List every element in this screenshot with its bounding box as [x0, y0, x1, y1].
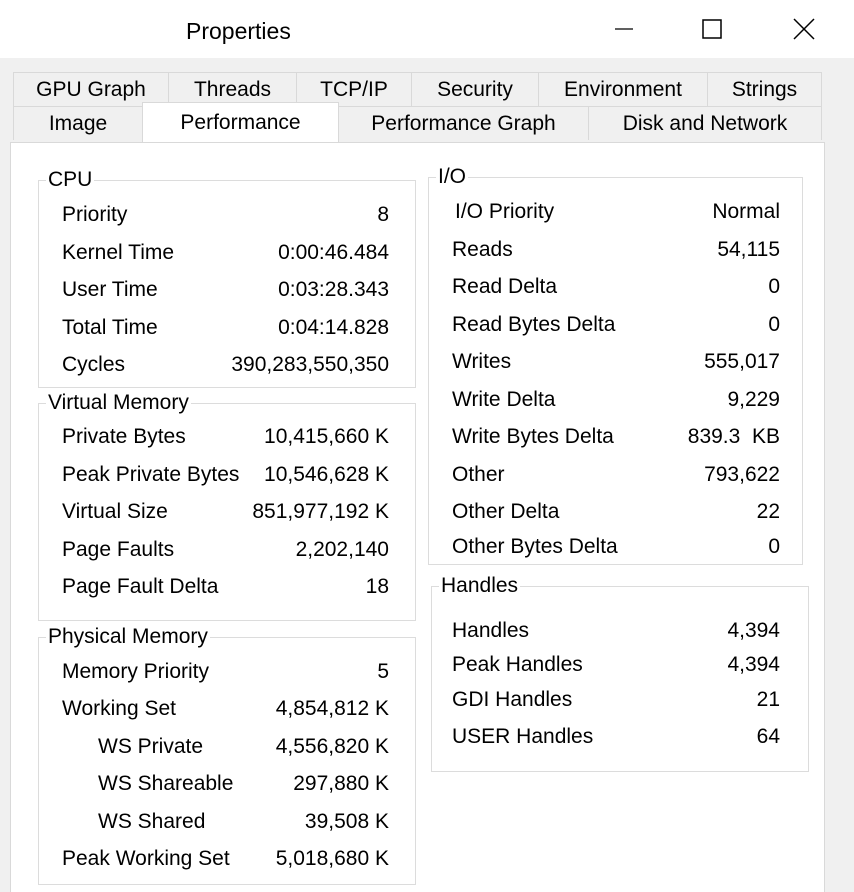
tab-security[interactable]: Security	[411, 72, 539, 106]
cpu-row-cycles: Cycles 390,283,550,350	[62, 353, 389, 376]
io-row-write-delta: Write Delta 9,229	[452, 388, 780, 411]
handles-group: Handles Handles 4,394 Peak Handles 4,394 G…	[431, 574, 809, 772]
handles-row-handles: Handles 4,394	[452, 619, 780, 642]
virtual-memory-group-title: Virtual Memory	[46, 391, 191, 415]
minimize-icon	[615, 28, 633, 30]
io-group-title: I/O	[436, 165, 469, 189]
pm-row-memory-priority: Memory Priority 5	[62, 660, 389, 683]
vm-row-page-fault-delta: Page Fault Delta 18	[62, 575, 389, 598]
pm-row-ws-private: WS Private 4,556,820 K	[98, 735, 389, 758]
title-bar: Properties	[0, 0, 854, 58]
cpu-group: CPU Priority 8 Kernel Time 0:00:46.484 Use…	[38, 168, 416, 388]
pm-row-ws-shared: WS Shared 39,508 K	[98, 810, 389, 833]
io-row-writes: Writes 555,017	[452, 350, 780, 373]
handles-group-title: Handles	[439, 574, 521, 598]
pm-row-ws-shareable: WS Shareable 297,880 K	[98, 772, 389, 795]
vm-row-page-faults: Page Faults 2,202,140	[62, 538, 389, 561]
close-button[interactable]	[758, 0, 850, 58]
io-row-io-priority: I/O Priority Normal	[455, 200, 780, 223]
tab-performance-graph[interactable]: Performance Graph	[338, 106, 589, 140]
vm-row-virtual-size: Virtual Size 851,977,192 K	[62, 500, 389, 523]
handles-row-peak-handles: Peak Handles 4,394	[452, 653, 780, 676]
physical-memory-group: Physical Memory Memory Priority 5 Working…	[38, 625, 416, 885]
tab-performance[interactable]: Performance	[142, 102, 339, 142]
cpu-row-user-time: User Time 0:03:28.343	[62, 278, 389, 301]
cpu-row-priority: Priority 8	[62, 203, 389, 226]
handles-row-gdi-handles: GDI Handles 21	[452, 688, 780, 711]
tab-strings[interactable]: Strings	[707, 72, 822, 106]
physical-memory-group-title: Physical Memory	[46, 625, 210, 649]
vm-row-private-bytes: Private Bytes 10,415,660 K	[62, 425, 389, 448]
virtual-memory-group: Virtual Memory Private Bytes 10,415,660 K…	[38, 391, 416, 621]
maximize-button[interactable]	[666, 0, 758, 58]
pm-row-peak-working-set: Peak Working Set 5,018,680 K	[62, 847, 389, 870]
io-row-read-delta: Read Delta 0	[452, 275, 780, 298]
cpu-row-total-time: Total Time 0:04:14.828	[62, 316, 389, 339]
tab-environment[interactable]: Environment	[538, 72, 708, 106]
tab-tcp-ip[interactable]: TCP/IP	[296, 72, 412, 106]
tab-image[interactable]: Image	[13, 106, 143, 140]
tab-disk-and-network[interactable]: Disk and Network	[588, 106, 822, 140]
tab-threads[interactable]: Threads	[168, 72, 297, 106]
minimize-button[interactable]	[578, 0, 670, 58]
pm-row-working-set: Working Set 4,854,812 K	[62, 697, 389, 720]
vm-row-peak-private-bytes: Peak Private Bytes 10,546,628 K	[62, 463, 389, 486]
io-group: I/O I/O Priority Normal Reads 54,115 Read …	[428, 165, 803, 565]
io-row-reads: Reads 54,115	[452, 238, 780, 261]
cpu-group-title: CPU	[46, 168, 95, 192]
maximize-icon	[702, 19, 722, 39]
io-row-write-bytes-delta: Write Bytes Delta 839.3 KB	[452, 425, 780, 448]
close-icon	[793, 18, 815, 40]
io-row-other: Other 793,622	[452, 463, 780, 486]
handles-row-user-handles: USER Handles 64	[452, 725, 780, 748]
io-row-other-bytes-delta: Other Bytes Delta 0	[452, 535, 780, 558]
cpu-row-kernel-time: Kernel Time 0:00:46.484	[62, 241, 389, 264]
io-row-other-delta: Other Delta 22	[452, 500, 780, 523]
tab-gpu-graph[interactable]: GPU Graph	[13, 72, 169, 106]
io-row-read-bytes-delta: Read Bytes Delta 0	[452, 313, 780, 336]
window-title: Properties	[186, 18, 291, 44]
